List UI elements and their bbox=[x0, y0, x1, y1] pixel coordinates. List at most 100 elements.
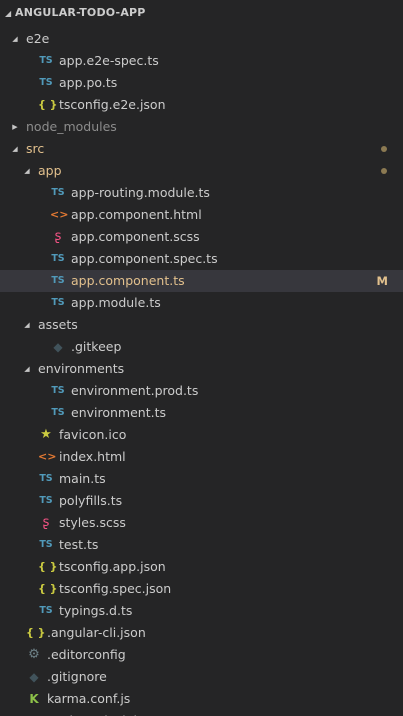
sass-icon: ʂ bbox=[42, 515, 50, 530]
file-environment-prod-ts[interactable]: TS environment.prod.ts bbox=[0, 380, 403, 402]
tree-item-label: .editorconfig bbox=[47, 647, 126, 662]
file-app-component-ts[interactable]: TS app.component.ts M bbox=[0, 270, 403, 292]
file-favicon-ico[interactable]: ★ favicon.ico bbox=[0, 424, 403, 446]
typescript-icon: TS bbox=[51, 187, 65, 198]
tree-item-label: app.module.ts bbox=[71, 295, 161, 310]
folder-src[interactable]: ◢ src bbox=[0, 138, 403, 160]
tree-item-label: .angular-cli.json bbox=[47, 625, 146, 640]
tree-item-label: tsconfig.app.json bbox=[59, 559, 166, 574]
tree-item-label: e2e bbox=[26, 31, 50, 46]
html-icon: <> bbox=[38, 450, 57, 463]
file-styles-scss[interactable]: ʂ styles.scss bbox=[0, 512, 403, 534]
git-icon: ◆ bbox=[53, 340, 63, 354]
tree-item-label: app.e2e-spec.ts bbox=[59, 53, 159, 68]
file-app-component-spec-ts[interactable]: TS app.component.spec.ts bbox=[0, 248, 403, 270]
json-icon: { } bbox=[38, 582, 58, 595]
typescript-icon: TS bbox=[39, 539, 53, 550]
typescript-icon: TS bbox=[39, 55, 53, 66]
tree-item-label: test.ts bbox=[59, 537, 99, 552]
tree-item-label: .gitkeep bbox=[71, 339, 122, 354]
tree-item-label: app bbox=[38, 163, 62, 178]
tree-item-label: environment.ts bbox=[71, 405, 166, 420]
file-typings-d-ts[interactable]: TS typings.d.ts bbox=[0, 600, 403, 622]
json-icon: { } bbox=[38, 560, 58, 573]
chevron-down-icon[interactable]: ◢ bbox=[22, 358, 32, 380]
file-app-component-scss[interactable]: ʂ app.component.scss bbox=[0, 226, 403, 248]
file-tsconfig-app-json[interactable]: { } tsconfig.app.json bbox=[0, 556, 403, 578]
collapse-chevron-icon[interactable]: ◢ bbox=[5, 1, 15, 27]
file-gitkeep[interactable]: ◆ .gitkeep bbox=[0, 336, 403, 358]
typescript-icon: TS bbox=[51, 253, 65, 264]
tree-item-label: app-routing.module.ts bbox=[71, 185, 210, 200]
sass-icon: ʂ bbox=[54, 229, 62, 244]
tree-item-label: app.component.spec.ts bbox=[71, 251, 218, 266]
git-modified-badge: M bbox=[376, 274, 388, 288]
file-explorer: ◢ ANGULAR-TODO-APP ◢ e2e TS app.e2e-spec.ts T… bbox=[0, 0, 403, 716]
file-app-po-ts[interactable]: TS app.po.ts bbox=[0, 72, 403, 94]
folder-environments[interactable]: ◢ environments bbox=[0, 358, 403, 380]
typescript-icon: TS bbox=[51, 297, 65, 308]
file-tsconfig-spec-json[interactable]: { } tsconfig.spec.json bbox=[0, 578, 403, 600]
folder-app[interactable]: ◢ app bbox=[0, 160, 403, 182]
tree-item-label: app.component.scss bbox=[71, 229, 200, 244]
file-angular-cli-json[interactable]: { } .angular-cli.json bbox=[0, 622, 403, 644]
git-icon: ◆ bbox=[29, 670, 39, 684]
file-test-ts[interactable]: TS test.ts bbox=[0, 534, 403, 556]
tree-item-label: favicon.ico bbox=[59, 427, 127, 442]
file-polyfills-ts[interactable]: TS polyfills.ts bbox=[0, 490, 403, 512]
file-app-component-html[interactable]: <> app.component.html bbox=[0, 204, 403, 226]
tree-item-label: src bbox=[26, 141, 45, 156]
typescript-icon: TS bbox=[51, 407, 65, 418]
chevron-down-icon[interactable]: ◢ bbox=[10, 28, 20, 50]
chevron-right-icon[interactable]: ▶ bbox=[10, 116, 20, 138]
file-tsconfig-e2e-json[interactable]: { } tsconfig.e2e.json bbox=[0, 94, 403, 116]
folder-e2e[interactable]: ◢ e2e bbox=[0, 28, 403, 50]
tree-item-label: environments bbox=[38, 361, 125, 376]
modified-dot-icon bbox=[381, 168, 387, 174]
tree-item-label: app.component.html bbox=[71, 207, 202, 222]
tree-item-label: polyfills.ts bbox=[59, 493, 123, 508]
chevron-down-icon[interactable]: ◢ bbox=[22, 314, 32, 336]
tree-item-label: styles.scss bbox=[59, 515, 126, 530]
chevron-down-icon[interactable]: ◢ bbox=[10, 138, 20, 160]
file-app-module-ts[interactable]: TS app.module.ts bbox=[0, 292, 403, 314]
tree-item-label: main.ts bbox=[59, 471, 106, 486]
file-index-html[interactable]: <> index.html bbox=[0, 446, 403, 468]
tree-item-label: .gitignore bbox=[47, 669, 107, 684]
typescript-icon: TS bbox=[39, 77, 53, 88]
json-icon: { } bbox=[26, 710, 46, 716]
favicon-icon: ★ bbox=[40, 427, 52, 442]
typescript-icon: TS bbox=[39, 605, 53, 616]
explorer-header[interactable]: ◢ ANGULAR-TODO-APP bbox=[0, 0, 403, 28]
file-tree: ◢ e2e TS app.e2e-spec.ts TS app.po.ts{ } tscon… bbox=[0, 28, 403, 716]
tree-item-label: tsconfig.spec.json bbox=[59, 581, 172, 596]
tree-item-label: tsconfig.e2e.json bbox=[59, 97, 166, 112]
gear-icon: ⚙ bbox=[28, 647, 40, 662]
file-app-routing-module-ts[interactable]: TS app-routing.module.ts bbox=[0, 182, 403, 204]
tree-item-label: karma.conf.js bbox=[47, 691, 131, 706]
html-icon: <> bbox=[50, 208, 69, 221]
tree-item-label: app.po.ts bbox=[59, 75, 118, 90]
file-environment-ts[interactable]: TS environment.ts bbox=[0, 402, 403, 424]
file-app-e2e-spec-ts[interactable]: TS app.e2e-spec.ts bbox=[0, 50, 403, 72]
tree-item-label: environment.prod.ts bbox=[71, 383, 199, 398]
karma-icon: K bbox=[29, 692, 39, 706]
tree-item-label: assets bbox=[38, 317, 78, 332]
typescript-icon: TS bbox=[39, 495, 53, 506]
file-editorconfig[interactable]: ⚙ .editorconfig bbox=[0, 644, 403, 666]
chevron-down-icon[interactable]: ◢ bbox=[22, 160, 32, 182]
file-gitignore[interactable]: ◆ .gitignore bbox=[0, 666, 403, 688]
file-main-ts[interactable]: TS main.ts bbox=[0, 468, 403, 490]
tree-item-label: typings.d.ts bbox=[59, 603, 133, 618]
json-icon: { } bbox=[38, 98, 58, 111]
tree-item-label: node_modules bbox=[26, 119, 117, 134]
typescript-icon: TS bbox=[39, 473, 53, 484]
file-package-lock-json[interactable]: { }package-lock.json bbox=[0, 710, 403, 716]
folder-assets[interactable]: ◢ assets bbox=[0, 314, 403, 336]
json-icon: { } bbox=[26, 626, 46, 639]
tree-item-label: index.html bbox=[59, 449, 126, 464]
file-karma-conf-js[interactable]: Kkarma.conf.js bbox=[0, 688, 403, 710]
modified-dot-icon bbox=[381, 146, 387, 152]
folder-node-modules[interactable]: ▶ node_modules bbox=[0, 116, 403, 138]
typescript-icon: TS bbox=[51, 385, 65, 396]
